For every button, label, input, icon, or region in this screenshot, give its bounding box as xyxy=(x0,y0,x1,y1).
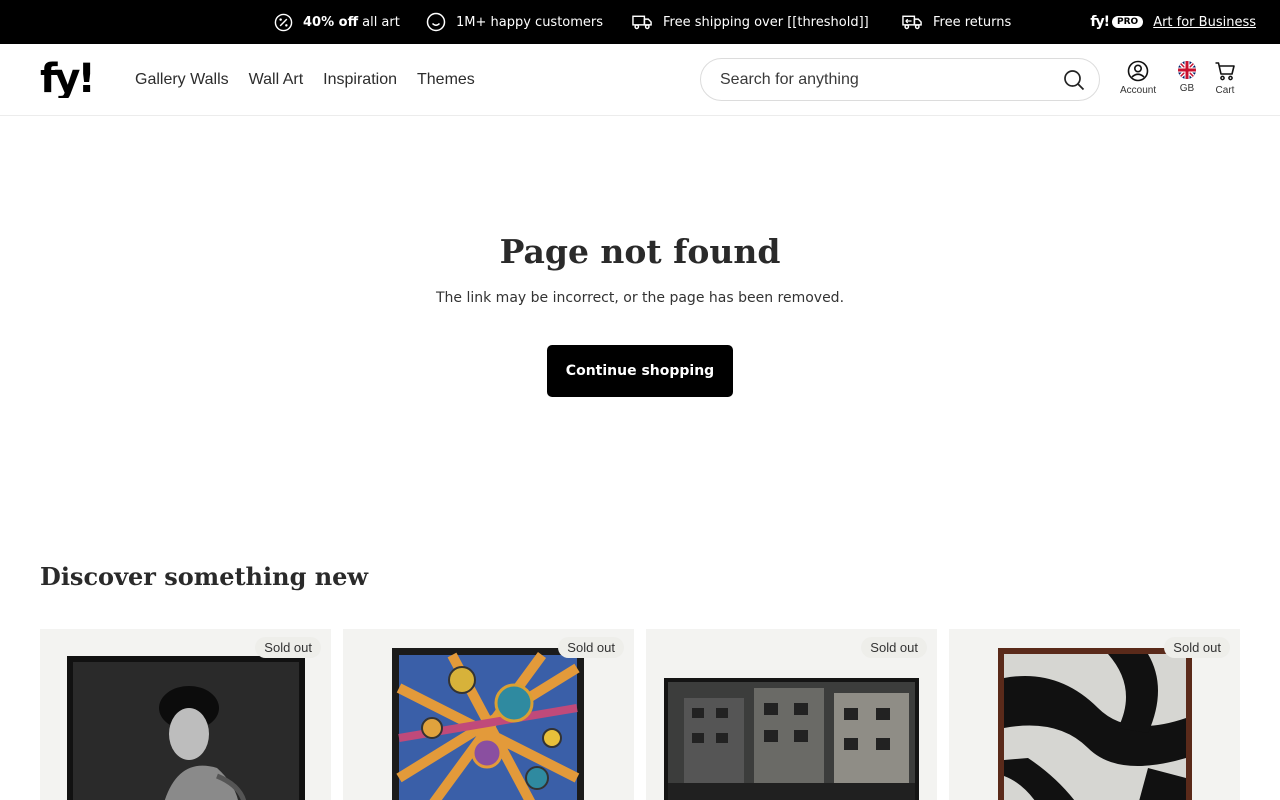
nav-inspiration[interactable]: Inspiration xyxy=(323,71,397,89)
announcement-discount-bold: 40% off xyxy=(303,14,359,30)
product-image xyxy=(664,678,919,800)
announcement-shipping: Free shipping over [[threshold]] xyxy=(632,0,869,44)
pro-business-area: fy! PRO Art for Business xyxy=(1090,0,1256,44)
nav-themes[interactable]: Themes xyxy=(417,71,475,89)
site-logo[interactable]: fy! xyxy=(40,56,116,102)
page-subtitle: The link may be incorrect, or the page h… xyxy=(435,290,845,306)
nav-wall-art[interactable]: Wall Art xyxy=(249,71,304,89)
cart-label: Cart xyxy=(1215,85,1235,96)
cart-button[interactable]: Cart xyxy=(1214,60,1236,96)
nav-gallery-walls[interactable]: Gallery Walls xyxy=(135,71,229,89)
site-header: fy! Gallery Walls Wall Art Inspiration T… xyxy=(0,44,1280,116)
announcement-returns-text: Free returns xyxy=(933,14,1012,30)
search-input[interactable] xyxy=(720,70,1063,89)
search-icon[interactable] xyxy=(1063,69,1085,91)
account-label: Account xyxy=(1120,85,1157,96)
product-card[interactable]: Sold out xyxy=(646,629,937,800)
smile-icon xyxy=(426,12,446,32)
region-selector[interactable]: GB xyxy=(1177,60,1197,94)
page-title: Page not found xyxy=(499,232,781,271)
account-icon xyxy=(1127,60,1149,82)
main-nav: Gallery Walls Wall Art Inspiration Theme… xyxy=(135,44,475,116)
product-image xyxy=(67,656,305,800)
announcement-discount: 40% off all art xyxy=(274,0,400,44)
announcement-bar: 40% off all art 1M+ happy customers Free… xyxy=(0,0,1280,44)
announcement-returns: Free returns xyxy=(902,0,1011,44)
sold-out-badge: Sold out xyxy=(861,637,927,658)
product-card[interactable]: Sold out xyxy=(40,629,331,800)
discover-title: Discover something new xyxy=(40,562,369,591)
product-image xyxy=(392,648,584,800)
pro-badge: PRO xyxy=(1112,16,1144,28)
sold-out-badge: Sold out xyxy=(1164,637,1230,658)
cart-icon xyxy=(1215,62,1235,81)
return-truck-icon xyxy=(902,15,922,30)
pro-logo: fy! xyxy=(1090,14,1110,30)
region-label: GB xyxy=(1179,83,1195,94)
announcement-customers: 1M+ happy customers xyxy=(426,0,603,44)
search-box xyxy=(700,58,1100,101)
announcement-customers-text: 1M+ happy customers xyxy=(456,14,604,30)
logo-text: fy! xyxy=(40,60,93,98)
sold-out-badge: Sold out xyxy=(558,637,624,658)
announcement-shipping-text: Free shipping over [[threshold]] xyxy=(663,14,869,30)
sold-out-badge: Sold out xyxy=(255,637,321,658)
announcement-discount-text: all art xyxy=(362,14,400,30)
uk-flag-icon xyxy=(1178,61,1196,79)
account-button[interactable]: Account xyxy=(1120,60,1156,96)
fy-logo: fy! xyxy=(40,56,96,102)
product-card[interactable]: Sold out xyxy=(343,629,634,800)
percent-badge-icon xyxy=(274,13,293,31)
continue-shopping-button[interactable]: Continue shopping xyxy=(547,345,733,397)
truck-icon xyxy=(632,15,652,30)
art-for-business-link[interactable]: Art for Business xyxy=(1153,15,1256,30)
product-card[interactable]: Sold out xyxy=(949,629,1240,800)
product-image xyxy=(998,648,1192,800)
